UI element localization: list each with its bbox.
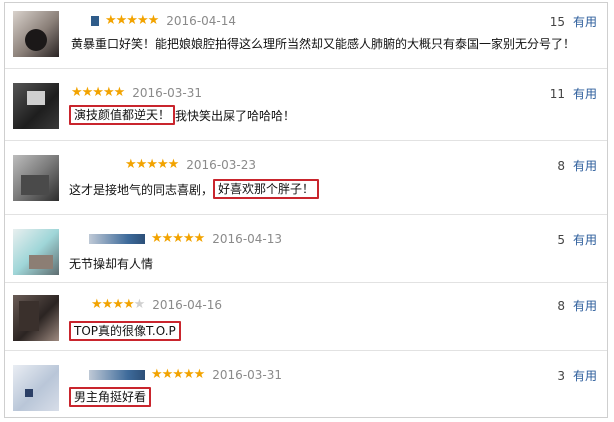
review-item: ★★★★★ 2016-04-13 5 有用 无节操却有人情 [5, 215, 607, 283]
vote-count: 3 [557, 368, 565, 383]
username[interactable] [91, 16, 99, 26]
review-date: 2016-04-13 [212, 232, 283, 246]
vote-count: 5 [557, 232, 565, 247]
rating-stars: ★★★★★ [105, 13, 159, 28]
highlighted-text: TOP真的很像T.O.P [69, 321, 181, 341]
rating-stars: ★★★★★ [151, 231, 205, 246]
avatar[interactable] [13, 229, 59, 275]
highlighted-text: 好喜欢那个胖子！ [213, 179, 320, 199]
rating-stars: ★★★★★ [125, 157, 179, 172]
useful-button[interactable]: 有用 [573, 85, 597, 102]
avatar[interactable] [13, 83, 59, 129]
avatar[interactable] [13, 295, 59, 341]
username[interactable] [89, 234, 145, 244]
review-list: ★★★★★ 2016-04-14 15 有用 黄暴重口好笑！能把娘娘腔拍得这么理… [4, 2, 608, 418]
review-date: 2016-04-16 [152, 298, 223, 312]
highlighted-text: 演技颜值都逆天！ [69, 105, 176, 125]
highlighted-text: 男主角挺好看 [69, 387, 152, 407]
username[interactable] [89, 370, 145, 380]
vote-count: 11 [549, 86, 565, 101]
useful-button[interactable]: 有用 [573, 297, 597, 314]
avatar[interactable] [13, 155, 59, 201]
review-text: 这才是接地气的同志喜剧， 好喜欢那个胖子！ [69, 179, 320, 199]
review-date: 2016-04-14 [166, 14, 237, 28]
review-text: 无节操却有人情 [69, 257, 154, 271]
rating-stars: ★★★★★ [91, 297, 145, 312]
review-item: ★★★★★ 2016-03-23 8 有用 这才是接地气的同志喜剧， 好喜欢那个… [5, 141, 607, 215]
useful-button[interactable]: 有用 [573, 157, 597, 174]
avatar[interactable] [13, 11, 59, 57]
review-item: ★★★★★ 2016-03-31 3 有用 男主角挺好看 [5, 351, 607, 419]
review-text: 黄暴重口好笑！能把娘娘腔拍得这么理所当然却又能感人肺腑的大概只有泰国一家别无分号… [71, 37, 576, 51]
vote-count: 8 [557, 158, 565, 173]
rating-stars: ★★★★★ [71, 85, 125, 100]
rating-stars: ★★★★★ [151, 367, 205, 382]
review-text: TOP真的很像T.O.P [69, 321, 181, 341]
useful-button[interactable]: 有用 [573, 367, 597, 384]
avatar[interactable] [13, 365, 59, 411]
review-date: 2016-03-31 [212, 368, 283, 382]
review-date: 2016-03-31 [132, 86, 203, 100]
review-text: 演技颜值都逆天！ 我快笑出屎了哈哈哈！ [69, 105, 295, 125]
useful-button[interactable]: 有用 [573, 231, 597, 248]
review-text: 男主角挺好看 [69, 387, 152, 407]
review-date: 2016-03-23 [186, 158, 257, 172]
review-item: ★★★★★ 2016-03-31 11 有用 演技颜值都逆天！ 我快笑出屎了哈哈… [5, 69, 607, 141]
vote-count: 8 [557, 298, 565, 313]
review-item: ★★★★★ 2016-04-14 15 有用 黄暴重口好笑！能把娘娘腔拍得这么理… [5, 3, 607, 69]
vote-count: 15 [549, 14, 565, 29]
useful-button[interactable]: 有用 [573, 13, 597, 30]
review-item: ★★★★★ 2016-04-16 8 有用 TOP真的很像T.O.P [5, 283, 607, 351]
